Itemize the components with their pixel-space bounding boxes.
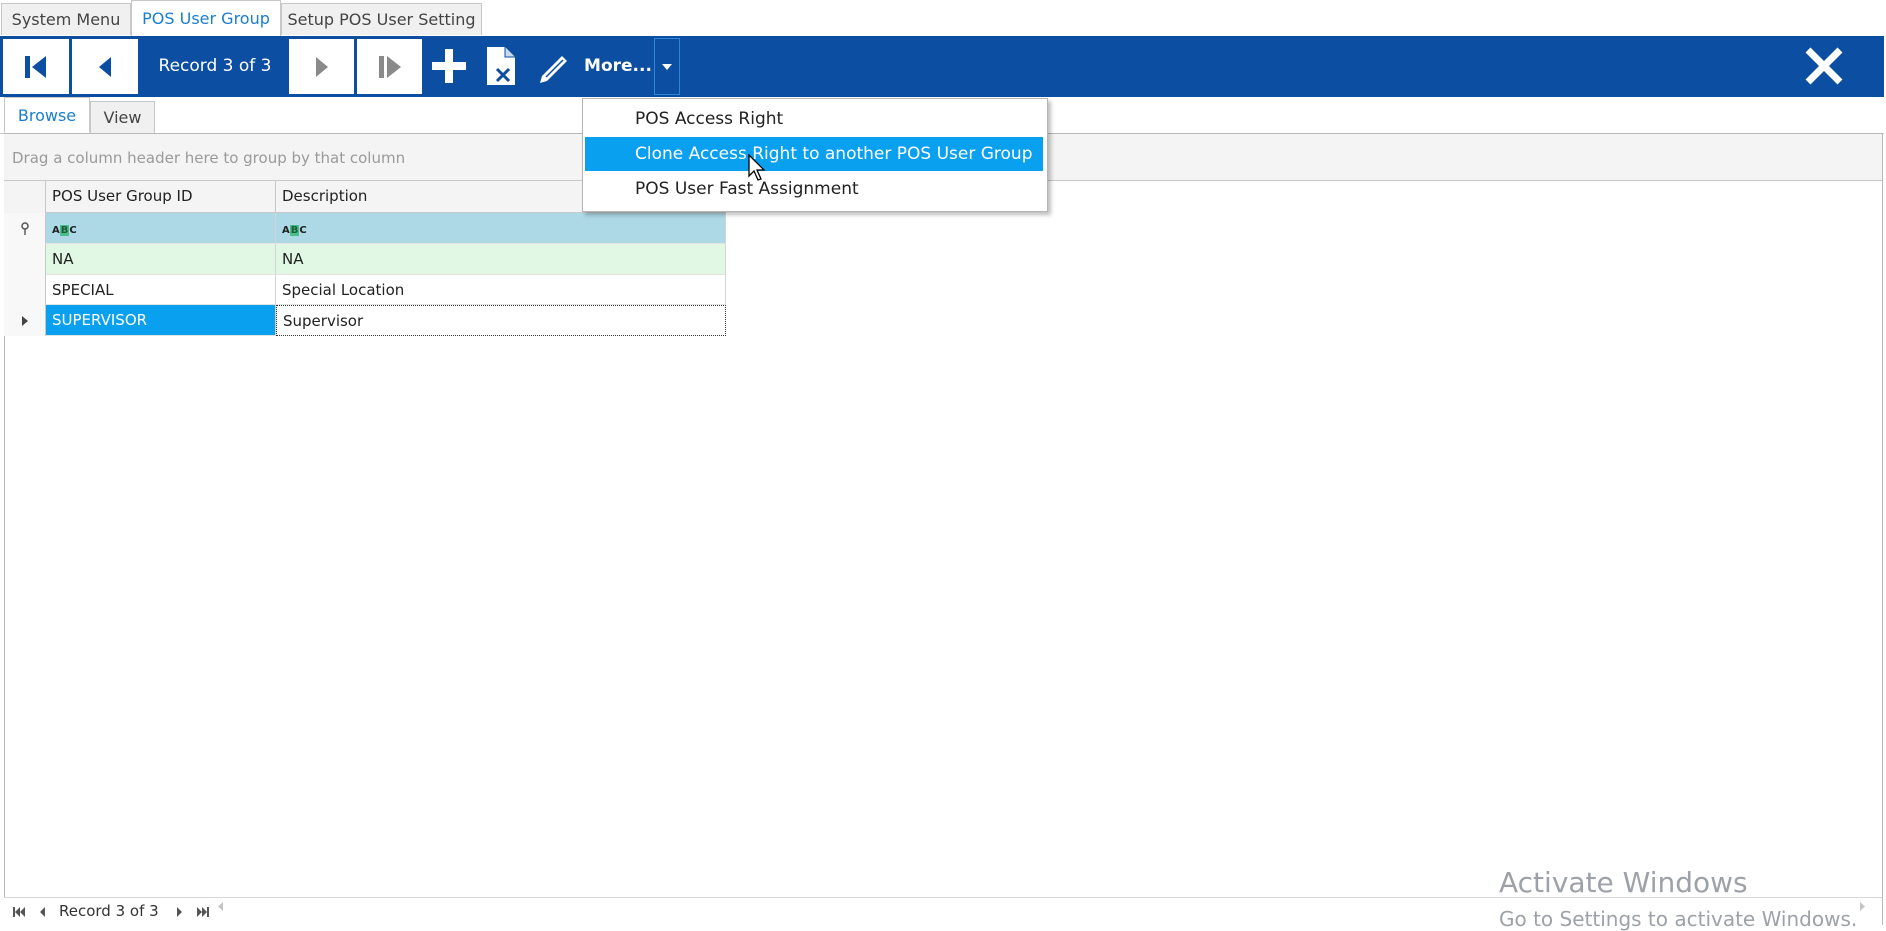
auto-filter-row: ABC ABC <box>4 213 1882 244</box>
text-filter-icon: ABC <box>282 225 307 236</box>
text-filter-icon: ABC <box>52 225 77 236</box>
tab-setup-pos-user-setting[interactable]: Setup POS User Setting <box>281 3 482 35</box>
activate-windows-hint: Go to Settings to activate Windows. <box>1499 907 1858 931</box>
cell-description[interactable]: Supervisor <box>276 305 726 336</box>
more-dropdown-button[interactable] <box>654 38 680 95</box>
pager-record-label: Record 3 of 3 <box>59 902 159 920</box>
menu-item-pos-access-right[interactable]: POS Access Right <box>585 102 1043 136</box>
cell-pos-user-group-id[interactable]: SUPERVISOR <box>46 305 276 336</box>
add-button[interactable] <box>428 44 470 88</box>
current-row-arrow-icon <box>21 315 28 326</box>
dropdown-arrow-icon <box>662 63 672 70</box>
tab-view[interactable]: View <box>90 101 155 133</box>
toolbar: Record 3 of 3 More... <box>0 36 1884 97</box>
add-icon <box>432 49 466 83</box>
pager-next-icon[interactable] <box>176 906 184 918</box>
delete-button[interactable] <box>480 44 522 88</box>
filter-row-indicator <box>4 213 46 244</box>
close-button[interactable] <box>1800 42 1848 90</box>
table-row[interactable]: SPECIAL Special Location <box>4 275 1882 305</box>
activate-windows-watermark: Activate Windows <box>1499 866 1748 899</box>
edit-pencil-icon <box>540 56 567 83</box>
row-indicator <box>4 275 46 305</box>
mouse-cursor-icon <box>748 154 766 181</box>
tab-system-menu[interactable]: System Menu <box>1 3 131 35</box>
pager-first-icon[interactable] <box>12 906 26 918</box>
cell-pos-user-group-id[interactable]: NA <box>46 244 276 275</box>
scroll-right-icon[interactable] <box>1860 902 1866 911</box>
cell-description[interactable]: Special Location <box>276 275 726 305</box>
delete-document-icon <box>487 47 515 85</box>
more-button[interactable]: More... <box>582 36 654 97</box>
menu-item-pos-user-fast-assignment[interactable]: POS User Fast Assignment <box>585 172 1043 206</box>
first-record-button[interactable] <box>2 38 70 95</box>
more-dropdown-menu: POS Access Right Clone Access Right to a… <box>582 98 1048 212</box>
filter-cell-description[interactable]: ABC <box>276 213 726 244</box>
row-indicator <box>4 244 46 275</box>
first-record-icon <box>25 55 46 78</box>
tab-pos-user-group[interactable]: POS User Group <box>131 0 281 36</box>
next-record-icon <box>315 56 328 77</box>
table-row-selected[interactable]: SUPERVISOR Supervisor <box>4 305 1882 336</box>
previous-record-icon <box>99 56 111 77</box>
toolbar-record-indicator: Record 3 of 3 <box>158 56 272 76</box>
tab-browse[interactable]: Browse <box>4 97 90 133</box>
cell-description[interactable]: NA <box>276 244 726 275</box>
header-indicator <box>4 181 46 213</box>
last-record-button[interactable] <box>356 38 423 95</box>
filter-pin-icon <box>20 221 29 235</box>
edit-button[interactable] <box>532 44 576 88</box>
row-indicator <box>4 305 46 336</box>
previous-record-button[interactable] <box>71 38 139 95</box>
group-by-hint: Drag a column header here to group by th… <box>12 149 406 167</box>
scroll-left-icon[interactable] <box>218 902 224 911</box>
pager-previous-icon[interactable] <box>38 906 46 918</box>
column-header-pos-user-group-id[interactable]: POS User Group ID <box>46 181 276 213</box>
last-record-icon <box>378 55 401 78</box>
menu-item-clone-access-right[interactable]: Clone Access Right to another POS User G… <box>585 137 1043 171</box>
close-icon <box>1805 47 1843 85</box>
table-row[interactable]: NA NA <box>4 244 1882 275</box>
next-record-button[interactable] <box>288 38 355 95</box>
filter-cell-pos-user-group-id[interactable]: ABC <box>46 213 276 244</box>
cell-pos-user-group-id[interactable]: SPECIAL <box>46 275 276 305</box>
